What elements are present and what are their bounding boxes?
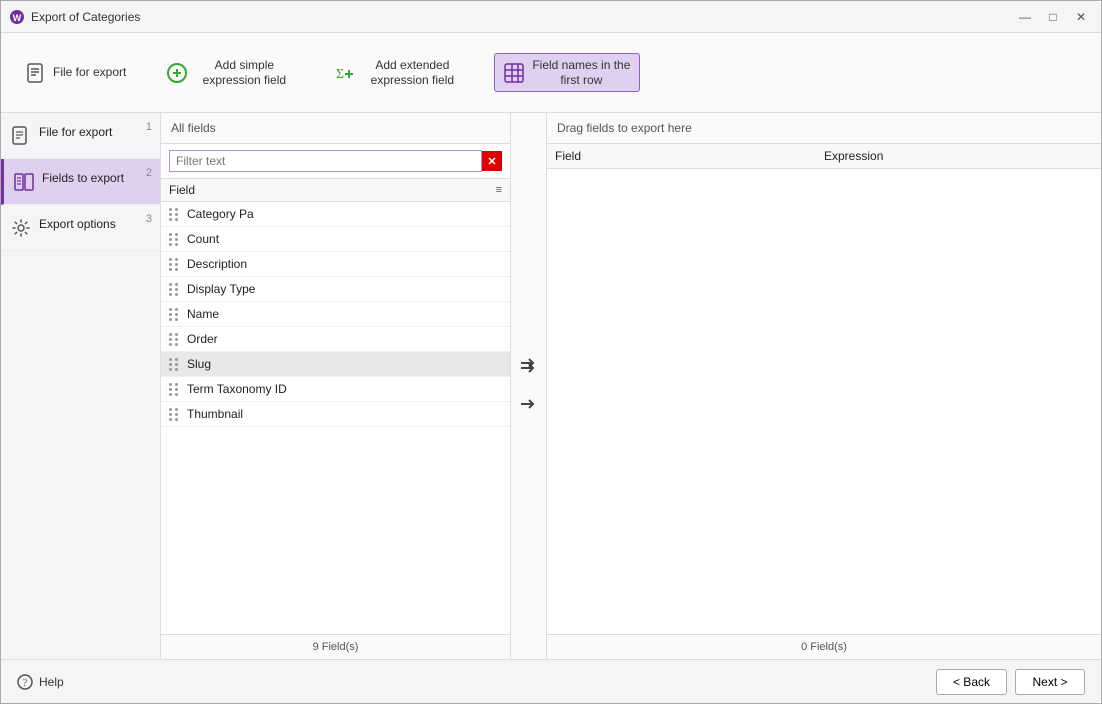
field-row[interactable]: Term Taxonomy ID	[161, 377, 510, 402]
window-title: Export of Categories	[31, 10, 1007, 24]
export-panel-footer: 0 Field(s)	[547, 634, 1101, 659]
drag-handle-icon	[169, 408, 179, 421]
help-button[interactable]: ? Help	[17, 674, 64, 690]
navigation-buttons: < Back Next >	[936, 669, 1085, 695]
drag-handle-icon	[169, 333, 179, 346]
help-label: Help	[39, 675, 64, 689]
fields-to-export-icon	[14, 172, 34, 192]
sigma-plus-icon: Σ	[334, 62, 356, 84]
field-name: Count	[187, 232, 219, 246]
field-name: Slug	[187, 357, 211, 371]
add-extended-label: Add extended expression field	[362, 58, 462, 87]
drag-handle-icon	[169, 258, 179, 271]
sidebar: File for export 1 Fields to export	[1, 113, 161, 659]
field-name: Order	[187, 332, 218, 346]
field-row[interactable]: Display Type	[161, 277, 510, 302]
export-options-icon	[11, 218, 31, 238]
all-fields-header: All fields	[161, 113, 510, 144]
plus-circle-icon	[166, 62, 188, 84]
minimize-button[interactable]: ―	[1013, 5, 1037, 29]
field-name: Term Taxonomy ID	[187, 382, 287, 396]
export-panel: Drag fields to export here Field Express…	[547, 113, 1101, 659]
close-button[interactable]: ✕	[1069, 5, 1093, 29]
transfer-buttons	[511, 113, 547, 659]
sidebar-options-label: Export options	[39, 217, 150, 233]
file-for-export-button[interactable]: File for export	[17, 58, 134, 88]
field-names-first-row-button[interactable]: Field names in the first row	[494, 53, 640, 92]
transfer-all-button[interactable]	[515, 354, 543, 382]
back-button[interactable]: < Back	[936, 669, 1007, 695]
drag-handle-icon	[169, 358, 179, 371]
field-row[interactable]: Description	[161, 252, 510, 277]
filter-row: ✕	[161, 144, 510, 179]
field-list: Field ≡ Category Pa Count	[161, 179, 510, 634]
add-simple-label: Add simple expression field	[194, 58, 294, 87]
window-controls: ― □ ✕	[1013, 5, 1093, 29]
title-bar: W Export of Categories ― □ ✕	[1, 1, 1101, 33]
left-panel-footer: 9 Field(s)	[161, 634, 510, 659]
field-name: Category Pa	[187, 207, 254, 221]
sidebar-item-fields-to-export[interactable]: Fields to export 2	[1, 159, 160, 205]
export-expression-column: Expression	[824, 149, 1093, 163]
file-for-export-label: File for export	[53, 65, 126, 79]
field-row[interactable]: Category Pa	[161, 202, 510, 227]
content-area: All fields ✕ Field ≡ Category Pa	[161, 113, 1101, 659]
all-fields-panel: All fields ✕ Field ≡ Category Pa	[161, 113, 511, 659]
field-name: Thumbnail	[187, 407, 243, 421]
svg-text:Σ: Σ	[336, 67, 344, 82]
filter-input[interactable]	[169, 150, 482, 172]
bottom-bar: ? Help < Back Next >	[1, 659, 1101, 703]
field-list-header: Field ≡	[161, 179, 510, 202]
drag-handle-icon	[169, 383, 179, 396]
drag-handle-icon	[169, 308, 179, 321]
field-row[interactable]: Order	[161, 327, 510, 352]
export-table: Field Expression	[547, 144, 1101, 634]
field-row[interactable]: Count	[161, 227, 510, 252]
field-name: Name	[187, 307, 219, 321]
sidebar-options-number: 3	[146, 213, 152, 225]
export-table-header: Field Expression	[547, 144, 1101, 169]
filter-clear-button[interactable]: ✕	[482, 151, 502, 171]
sidebar-file-number: 1	[146, 121, 152, 133]
add-simple-expression-button[interactable]: Add simple expression field	[158, 54, 302, 91]
field-column-header: Field	[169, 183, 496, 197]
export-field-column: Field	[555, 149, 824, 163]
grid-icon	[503, 62, 525, 84]
next-button[interactable]: Next >	[1015, 669, 1085, 695]
svg-text:?: ?	[23, 678, 28, 689]
field-name: Description	[187, 257, 247, 271]
drag-handle-icon	[169, 283, 179, 296]
transfer-selected-button[interactable]	[515, 390, 543, 418]
toolbar: File for export Add simple expression fi…	[1, 33, 1101, 113]
add-extended-expression-button[interactable]: Σ Add extended expression field	[326, 54, 470, 91]
sidebar-fields-number: 2	[146, 167, 152, 179]
sort-icon[interactable]: ≡	[496, 184, 502, 196]
app-icon: W	[9, 9, 25, 25]
maximize-button[interactable]: □	[1041, 5, 1065, 29]
fields-panel: All fields ✕ Field ≡ Category Pa	[161, 113, 1101, 659]
sidebar-item-file-for-export[interactable]: File for export 1	[1, 113, 160, 159]
field-names-label: Field names in the first row	[531, 58, 631, 87]
drag-handle-icon	[169, 208, 179, 221]
main-content: File for export 1 Fields to export	[1, 113, 1101, 659]
field-name: Display Type	[187, 282, 255, 296]
sidebar-item-export-options[interactable]: Export options 3	[1, 205, 160, 251]
sidebar-fields-label: Fields to export	[42, 171, 150, 187]
export-panel-header: Drag fields to export here	[547, 113, 1101, 144]
drag-handle-icon	[169, 233, 179, 246]
file-icon	[25, 62, 47, 84]
svg-text:W: W	[13, 13, 22, 23]
sidebar-file-label: File for export	[39, 125, 150, 141]
field-row[interactable]: Slug	[161, 352, 510, 377]
field-row[interactable]: Thumbnail	[161, 402, 510, 427]
file-for-export-icon	[11, 126, 31, 146]
main-window: W Export of Categories ― □ ✕ File for ex…	[0, 0, 1102, 704]
field-row[interactable]: Name	[161, 302, 510, 327]
